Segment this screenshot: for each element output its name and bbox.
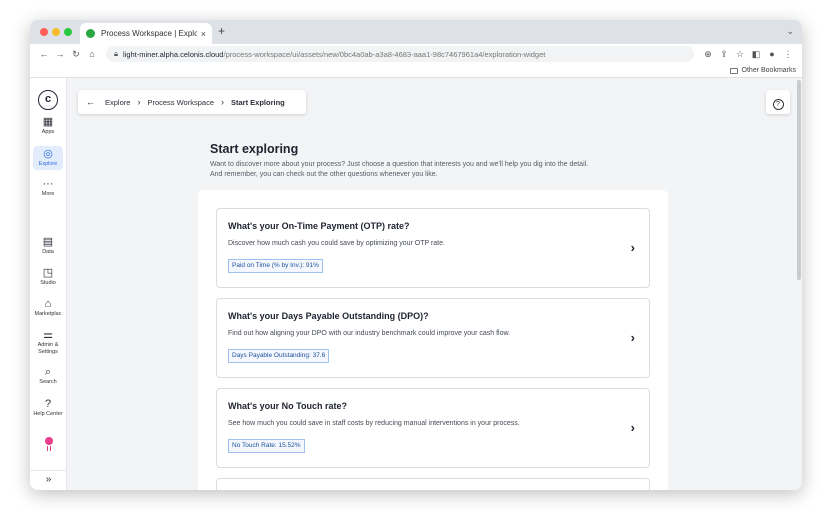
sidebar-item-label: Admin & Settings [37,342,59,355]
chevron-right-icon[interactable]: › [631,330,635,345]
sidebar-item-search[interactable]: ⌕ Search [33,366,63,386]
back-arrow-icon[interactable]: ← [36,49,52,59]
lock-icon: 🔒︎ [114,49,118,58]
question-card-otp[interactable]: What's your On-Time Payment (OTP) rate? … [216,208,650,288]
tab-search-icon[interactable]: ⌄ [786,26,794,37]
sidebar-item-label: Search [39,379,57,385]
kpi-badge: Paid on Time (% by Inv.): 91% [228,259,323,273]
sidebar-item-apps[interactable]: ▦ Apps [33,116,63,136]
profile-avatar-icon[interactable]: ● [764,49,780,59]
sidepanel-icon[interactable]: ◧ [748,49,764,60]
tab-bar: Process Workspace | Explore × + ⌄ [30,20,802,44]
store-icon: ⌂ [44,298,52,310]
page-intro: Want to discover more about your process… [210,160,680,180]
sidebar-item-label: Help Center [33,411,63,417]
intro-line-2: And remember, you can check out the othe… [210,171,438,178]
url-path: /process-workspace/ui/assets/new/0bc4a0a… [223,49,546,59]
question-title: What's your On-Time Payment (OTP) rate? [228,221,410,231]
question-description: See how much you could save in staff cos… [228,420,520,427]
sidebar-item-marketplace[interactable]: ⌂ Marketplac [33,298,63,318]
sidebar-item-explore[interactable]: ◎ Explore [33,146,63,170]
window-maximize-button[interactable] [64,28,72,36]
address-bar[interactable]: 🔒︎ light-miner.alpha.celonis.cloud /proc… [106,46,694,62]
forward-arrow-icon[interactable]: → [52,49,68,59]
other-bookmarks-link[interactable]: Other Bookmarks [742,67,796,74]
breadcrumb-explore[interactable]: Explore [105,98,130,107]
question-description: Find out how aligning your DPO with our … [228,330,511,337]
reload-icon[interactable]: ↻ [68,49,84,60]
celonis-favicon-icon [86,29,95,38]
sidebar-item-admin-settings[interactable]: ⚌ Admin & Settings [33,329,63,356]
kpi-badge: Days Payable Outstanding: 37.6 [228,349,330,363]
question-description: Discover how much cash you could save by… [228,240,445,247]
questions-panel: What's your On-Time Payment (OTP) rate? … [198,190,668,490]
intro-line-1: Want to discover more about your process… [210,161,589,168]
sidebar-item-label: Marketplac [34,311,62,317]
url-host: light-miner.alpha.celonis.cloud [123,49,224,59]
collapse-sidebar-button[interactable]: » [30,470,67,490]
user-avatar-decoration [47,446,51,451]
page-title: Start exploring [210,142,299,156]
breadcrumb-start-exploring: Start Exploring [231,97,285,107]
sidebar: c ▦ Apps ◎ Explore ··· More ▤ Data ◳ Stu… [30,78,67,490]
back-arrow-icon[interactable]: ← [86,97,95,107]
sidebar-item-label: Explore [38,161,58,167]
question-card-no-touch[interactable]: What's your No Touch rate? See how much … [216,388,650,468]
page-scrollbar[interactable] [796,78,802,490]
chevron-right-icon[interactable]: › [631,420,635,435]
folder-icon [729,67,738,74]
sidebar-item-data[interactable]: ▤ Data [33,236,63,256]
studio-icon: ◳ [42,267,54,279]
sidebar-item-label: More [41,191,55,197]
app-content: c ▦ Apps ◎ Explore ··· More ▤ Data ◳ Stu… [30,78,802,490]
sidebar-item-help-center[interactable]: ? Help Center [33,398,63,418]
breadcrumb: ← Explore › Process Workspace › Start Ex… [78,90,306,114]
database-icon: ▤ [42,236,54,248]
sidebar-item-label: Data [42,249,54,255]
zoom-icon[interactable]: ⊕ [700,49,716,60]
window-minimize-button[interactable] [52,28,60,36]
sidebar-item-studio[interactable]: ◳ Studio [33,267,63,287]
browser-toolbar: ← → ↻ ⌂ 🔒︎ light-miner.alpha.celonis.clo… [30,44,802,64]
help-icon: ? [44,398,52,410]
search-icon: ⌕ [44,366,52,378]
question-title: What's your No Touch rate? [228,401,347,411]
sliders-icon: ⚌ [43,329,53,341]
browser-window: Process Workspace | Explore × + ⌄ ← → ↻ … [30,20,802,490]
grid-icon: ▦ [42,116,54,128]
compass-icon: ◎ [43,148,53,160]
question-card-dpo[interactable]: What's your Days Payable Outstanding (DP… [216,298,650,378]
home-icon[interactable]: ⌂ [84,49,100,59]
chevron-right-icon[interactable]: › [631,240,635,255]
celonis-logo-icon[interactable]: c [38,90,58,110]
chevron-right-icon: › [137,97,141,107]
question-card-partial[interactable] [216,478,650,490]
tab-close-icon[interactable]: × [201,29,206,39]
user-avatar[interactable] [45,437,53,445]
scrollbar-thumb[interactable] [797,80,801,280]
browser-tab[interactable]: Process Workspace | Explore × [80,23,212,44]
browser-menu-icon[interactable]: ⋮ [780,49,796,60]
question-mark-icon: ? [772,99,784,110]
kpi-badge: No Touch Rate: 15.52% [228,439,305,453]
bookmarks-bar: Other Bookmarks [30,64,802,78]
window-close-button[interactable] [40,28,48,36]
question-title: What's your Days Payable Outstanding (DP… [228,311,429,321]
sidebar-item-label: Apps [41,129,55,135]
bookmark-star-icon[interactable]: ☆ [732,49,748,60]
breadcrumb-process-workspace[interactable]: Process Workspace [147,98,214,107]
share-icon[interactable]: ⇪ [716,49,732,60]
chevron-right-icon: › [221,97,224,107]
new-tab-button[interactable]: + [218,24,225,38]
sidebar-item-label: Studio [40,280,56,286]
more-icon: ··· [42,178,54,190]
help-button[interactable]: ? [766,90,790,114]
sidebar-item-more[interactable]: ··· More [33,178,63,198]
tab-title: Process Workspace | Explore [101,29,197,38]
